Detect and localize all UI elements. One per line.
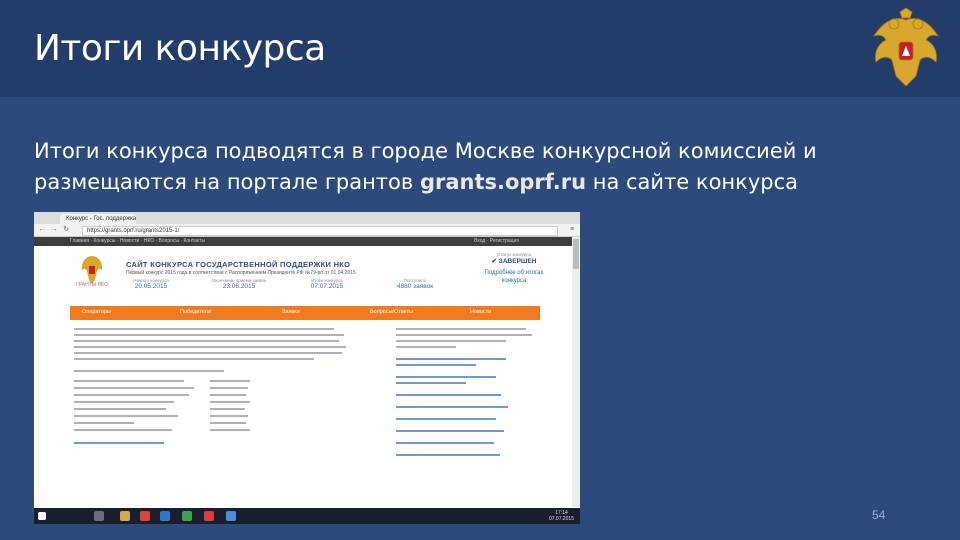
menu-item-winners[interactable]: Победители xyxy=(180,309,211,315)
site-topbar: Главная · Конкурсы · Новости · НКО · Воп… xyxy=(34,237,580,246)
website-screenshot: Конкурс - Гос. поддержка... ← → ↻ https:… xyxy=(34,212,580,524)
windows-taskbar: 17:14 07.07.2015 xyxy=(34,508,580,524)
coat-of-arms-icon xyxy=(873,7,939,87)
start-icon[interactable] xyxy=(38,512,46,520)
logo-caption: ГРАНТЫ НКО xyxy=(76,282,108,288)
back-icon[interactable]: ← xyxy=(38,226,46,234)
stat-value: 20.05.2015 xyxy=(134,283,168,290)
taskbar-app-icon[interactable] xyxy=(94,511,104,521)
browser-toolbar: ← → ↻ https://grants.oprf.ru/grants2015-… xyxy=(34,224,580,237)
clock-date: 07.07.2015 xyxy=(548,516,574,522)
address-bar[interactable]: https://grants.oprf.ru/grants2015-1/ xyxy=(82,226,558,236)
site-title: САЙТ КОНКУРСА ГОСУДАРСТВЕННОЙ ПОДДЕРЖКИ … xyxy=(126,260,351,269)
slide-title: Итоги конкурса xyxy=(34,28,326,69)
reload-icon[interactable]: ↻ xyxy=(62,226,70,234)
site-subtitle: Первый конкурс 2015 года в соответствии … xyxy=(126,270,356,276)
menu-icon[interactable]: ≡ xyxy=(568,226,576,234)
chrome-icon[interactable] xyxy=(140,511,150,521)
stat-deadline: Окончание приема заявок 23.06.2015 xyxy=(204,278,274,290)
menu-item-applications[interactable]: Заявки xyxy=(282,309,300,315)
scrollbar[interactable] xyxy=(572,237,580,507)
menu-item-faq[interactable]: Вопросы/Ответы xyxy=(370,309,413,315)
word-icon[interactable] xyxy=(226,511,236,521)
grants-portal-link[interactable]: grants.oprf.ru xyxy=(420,170,586,194)
stat-value: 07.07.2015 xyxy=(310,283,344,290)
menu-item-operators[interactable]: Операторы xyxy=(82,309,111,315)
browser-tabbar: Конкурс - Гос. поддержка... xyxy=(34,212,580,224)
description-text-end: на сайте конкурса xyxy=(586,170,799,194)
slide-header: Итоги конкурса xyxy=(0,0,960,97)
menu-item-news[interactable]: Новости xyxy=(470,309,491,315)
site-topbar-auth[interactable]: Вход · Регистрация xyxy=(474,237,519,246)
site-menu: Операторы Победители Заявки Вопросы/Отве… xyxy=(70,306,540,320)
stat-value: 4880 заявок xyxy=(396,283,434,290)
stat-applications: Поступило 4880 заявок xyxy=(380,278,450,290)
skype-icon[interactable] xyxy=(182,511,192,521)
scrollbar-thumb[interactable] xyxy=(573,239,579,269)
contest-status: Статус конкурса ✔ ЗАВЕРШЕН Подробнее об … xyxy=(474,252,554,285)
browser-tab[interactable]: Конкурс - Гос. поддержка... xyxy=(60,214,136,224)
site-topbar-links[interactable]: Главная · Конкурсы · Новости · НКО · Воп… xyxy=(70,237,205,246)
taskbar-clock: 17:14 07.07.2015 xyxy=(549,510,574,522)
stat-start: Начало конкурса 20.05.2015 xyxy=(116,278,186,290)
forward-icon[interactable]: → xyxy=(50,226,58,234)
stat-results: Итоги конкурса 07.07.2015 xyxy=(292,278,362,290)
folder-icon[interactable] xyxy=(120,511,130,521)
stat-value: 23.06.2015 xyxy=(222,283,256,290)
results-details-link[interactable]: Подробнее об итогах конкурса xyxy=(474,269,554,285)
site-logo-emblem-icon xyxy=(81,256,103,284)
page-number: 54 xyxy=(872,508,886,522)
browser-icon[interactable] xyxy=(160,511,170,521)
slide-description: Итоги конкурса подводятся в городе Москв… xyxy=(34,136,914,198)
site-content xyxy=(70,324,540,474)
pdf-icon[interactable] xyxy=(204,511,214,521)
status-value: ✔ ЗАВЕРШЕН xyxy=(491,258,537,265)
